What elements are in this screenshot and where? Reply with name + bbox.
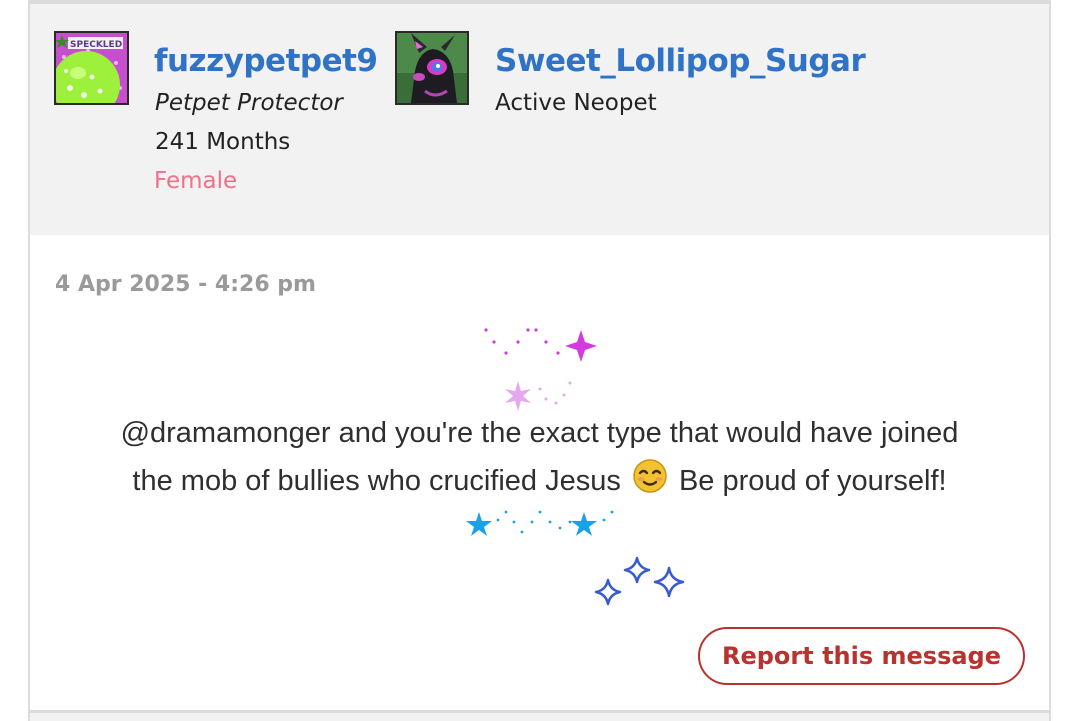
post-timestamp: 4 Apr 2025 - 4:26 pm <box>55 272 316 297</box>
pet-name-link[interactable]: Sweet_Lollipop_Sugar <box>495 43 866 79</box>
sparkle-decoration-blue <box>594 556 685 606</box>
pet-status: Active Neopet <box>495 90 657 116</box>
next-card-strip <box>30 713 1049 721</box>
sparkle-decoration-magenta <box>484 328 597 362</box>
author-username-link[interactable]: fuzzypetpet9 <box>154 43 378 79</box>
author-gender: Female <box>154 168 238 194</box>
report-message-button[interactable]: Report this message <box>698 627 1025 685</box>
sparkle-decoration-cyan <box>466 510 614 536</box>
author-title: Petpet Protector <box>155 90 343 116</box>
relieved-face-emoji-icon <box>633 459 667 493</box>
avatar-badge-text: SPECKLED <box>70 40 122 50</box>
author-tenure: 241 Months <box>155 129 291 155</box>
pet-avatar[interactable] <box>395 31 469 105</box>
message-line-2: the mob of bullies who crucified Jesus B… <box>30 459 1049 498</box>
message-header <box>30 4 1049 235</box>
message-line-2-start: the mob of bullies who crucified Jesus <box>132 465 621 497</box>
author-avatar[interactable]: SPECKLED <box>54 31 129 105</box>
message-line-1: @dramamonger and you're the exact type t… <box>120 417 959 449</box>
message-line-2-end: Be proud of yourself! <box>678 465 947 497</box>
sparkle-decoration-pink <box>505 381 572 411</box>
